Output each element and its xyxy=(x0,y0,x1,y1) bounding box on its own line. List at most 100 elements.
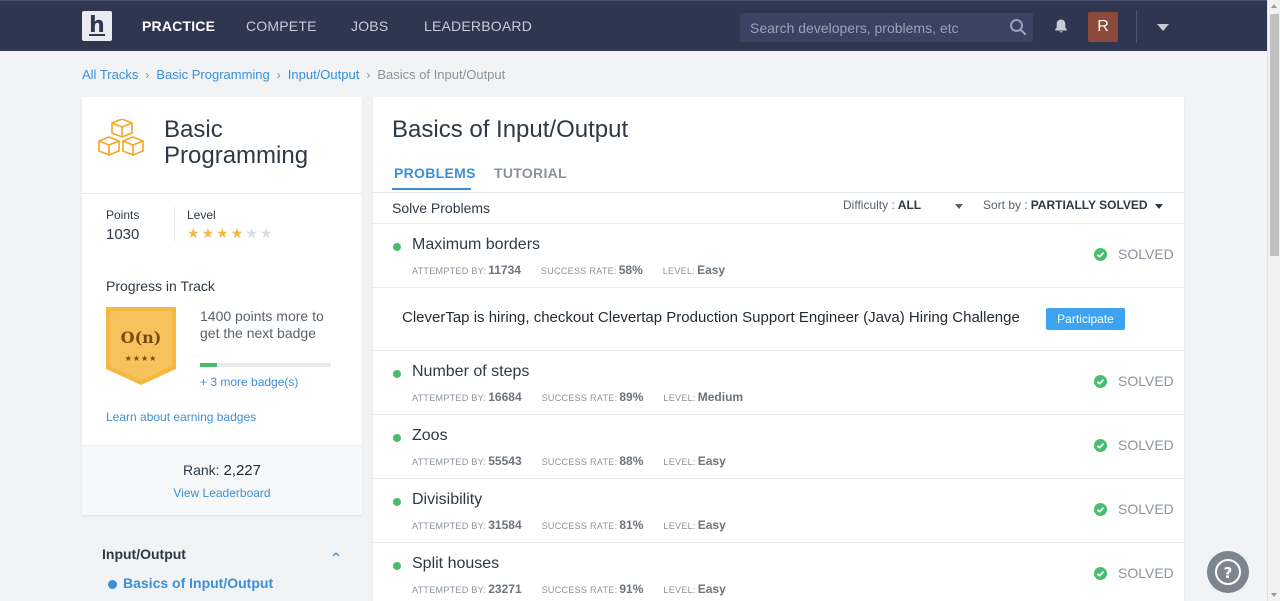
hackerearth-logo[interactable]: h xyxy=(82,11,112,41)
nav-leaderboard[interactable]: LEADERBOARD xyxy=(424,18,532,34)
problem-meta: ATTEMPTED BY: 23271 SUCCESS RATE: 91% LEVEL:… xyxy=(412,582,726,596)
level-label: LEVEL: xyxy=(662,266,696,276)
sort-filter[interactable]: Sort by : PARTIALLY SOLVED xyxy=(983,198,1148,212)
attempted-label: ATTEMPTED BY: xyxy=(412,393,487,403)
chevron-up-icon[interactable] xyxy=(332,550,340,558)
points-label: Points xyxy=(106,208,140,222)
level-value: Easy xyxy=(697,454,726,468)
status-badge: SOLVED xyxy=(1118,501,1174,517)
success-value: 58% xyxy=(618,263,643,277)
level-value: Easy xyxy=(697,518,726,532)
check-circle-icon xyxy=(1094,248,1107,261)
status-badge: SOLVED xyxy=(1118,565,1174,581)
breadcrumb-basic-programming[interactable]: Basic Programming xyxy=(156,67,269,82)
problem-row[interactable]: Zoos ATTEMPTED BY: 55543 SUCCESS RATE: 88% LE… xyxy=(373,415,1184,475)
search-input[interactable] xyxy=(740,13,1000,42)
participate-button[interactable]: Participate xyxy=(1046,308,1125,330)
status-badge: SOLVED xyxy=(1118,373,1174,389)
difficulty-filter[interactable]: Difficulty : ALL xyxy=(843,198,921,212)
problem-name[interactable]: Split houses xyxy=(412,555,499,573)
badge-icon: O(n) ★★★★ xyxy=(106,307,176,385)
scroll-up-arrow-icon[interactable] xyxy=(1271,4,1277,8)
solve-problems-label: Solve Problems xyxy=(392,200,491,216)
check-circle-icon xyxy=(1094,503,1107,516)
problem-name[interactable]: Divisibility xyxy=(412,491,482,509)
chevron-right-icon: › xyxy=(145,68,150,82)
sidebar-section-title[interactable]: Input/Output xyxy=(102,546,186,562)
level-value: Medium xyxy=(697,390,744,404)
success-label: SUCCESS RATE: xyxy=(541,521,618,531)
tab-tutorial[interactable]: TUTORIAL xyxy=(494,165,567,181)
nav-jobs[interactable]: JOBS xyxy=(351,18,388,34)
help-button[interactable]: ? xyxy=(1207,551,1249,593)
status-badge: SOLVED xyxy=(1118,437,1174,453)
attempted-value: 31584 xyxy=(488,518,522,532)
success-value: 89% xyxy=(619,390,644,404)
star-icon: ★ xyxy=(216,226,231,242)
problem-row[interactable]: Number of steps ATTEMPTED BY: 16684 SUCCESS… xyxy=(373,351,1184,411)
check-circle-icon xyxy=(1094,375,1107,388)
svg-text:★★★★: ★★★★ xyxy=(125,354,158,363)
nav-practice[interactable]: PRACTICE xyxy=(142,18,215,34)
problem-meta: ATTEMPTED BY: 55543 SUCCESS RATE: 88% LEVEL:… xyxy=(412,454,726,468)
breadcrumb-all-tracks[interactable]: All Tracks xyxy=(82,67,138,82)
badge-label: O(n) xyxy=(121,328,162,347)
progress-text: 1400 points more to get the next badge xyxy=(200,308,324,341)
sort-caret-icon[interactable] xyxy=(1155,204,1163,209)
problem-meta: ATTEMPTED BY: 11734 SUCCESS RATE: 58% LEVEL:… xyxy=(412,263,725,277)
breadcrumb-input-output[interactable]: Input/Output xyxy=(288,67,360,82)
nav-compete[interactable]: COMPETE xyxy=(246,18,317,34)
status-badge: SOLVED xyxy=(1118,246,1174,262)
avatar[interactable]: R xyxy=(1088,12,1118,42)
check-circle-icon xyxy=(1094,439,1107,452)
chevron-down-icon[interactable] xyxy=(1157,24,1169,31)
view-leaderboard-link[interactable]: View Leaderboard xyxy=(82,486,362,500)
level-value: Easy xyxy=(697,582,726,596)
more-badges-link[interactable]: + 3 more badge(s) xyxy=(200,375,298,389)
star-icon: ★ xyxy=(187,226,202,242)
difficulty-caret-icon[interactable] xyxy=(955,204,963,209)
bell-icon[interactable] xyxy=(1053,18,1069,34)
star-icon: ★ xyxy=(245,226,260,242)
nav-divider xyxy=(1136,10,1137,43)
problem-row[interactable]: Maximum borders ATTEMPTED BY: 11734 SUCCESS… xyxy=(373,224,1184,284)
rank-label: Rank: xyxy=(182,462,220,478)
sort-value: PARTIALLY SOLVED xyxy=(1030,198,1148,212)
rank-value: 2,227 xyxy=(223,462,261,479)
page-title: Basics of Input/Output xyxy=(392,116,629,143)
success-value: 88% xyxy=(619,454,644,468)
level-value: Easy xyxy=(697,263,726,277)
problem-row[interactable]: Split houses ATTEMPTED BY: 23271 SUCCESS RA… xyxy=(373,543,1184,601)
attempted-label: ATTEMPTED BY: xyxy=(412,457,487,467)
promo-text: CleverTap is hiring, checkout Clevertap … xyxy=(402,309,1020,326)
scroll-thumb[interactable] xyxy=(1270,14,1279,256)
problem-name[interactable]: Number of steps xyxy=(412,363,529,381)
tab-problems[interactable]: PROBLEMS xyxy=(394,165,476,181)
sort-label: Sort by : xyxy=(983,198,1028,212)
sidebar-item-basics-io[interactable]: Basics of Input/Output xyxy=(123,575,273,591)
success-label: SUCCESS RATE: xyxy=(541,393,618,403)
attempted-value: 11734 xyxy=(488,263,521,277)
problem-meta: ATTEMPTED BY: 16684 SUCCESS RATE: 89% LEVEL:… xyxy=(412,390,743,404)
divider xyxy=(174,207,175,241)
problem-name[interactable]: Maximum borders xyxy=(412,236,540,254)
active-dot-icon xyxy=(108,580,117,589)
attempted-value: 16684 xyxy=(488,390,522,404)
search-icon[interactable] xyxy=(1009,18,1027,36)
difficulty-value: ALL xyxy=(897,198,922,212)
problems-panel: Basics of Input/Output PROBLEMS TUTORIAL… xyxy=(373,97,1184,601)
divider xyxy=(373,192,1184,193)
rank-section: Rank: 2,227 View Leaderboard xyxy=(82,445,362,515)
active-tab-indicator xyxy=(392,188,471,190)
problem-row[interactable]: Divisibility ATTEMPTED BY: 31584 SUCCESS RA… xyxy=(373,479,1184,539)
attempted-value: 55543 xyxy=(488,454,522,468)
problem-name[interactable]: Zoos xyxy=(412,427,448,445)
breadcrumb-current: Basics of Input/Output xyxy=(377,67,506,82)
progress-bar xyxy=(200,363,331,367)
scroll-down-arrow-icon[interactable] xyxy=(1271,593,1277,597)
page-scrollbar[interactable] xyxy=(1267,0,1280,601)
points-value: 1030 xyxy=(106,226,140,243)
success-label: SUCCESS RATE: xyxy=(541,457,618,467)
progress-bar-fill xyxy=(200,363,218,367)
learn-badges-link[interactable]: Learn about earning badges xyxy=(106,410,256,424)
